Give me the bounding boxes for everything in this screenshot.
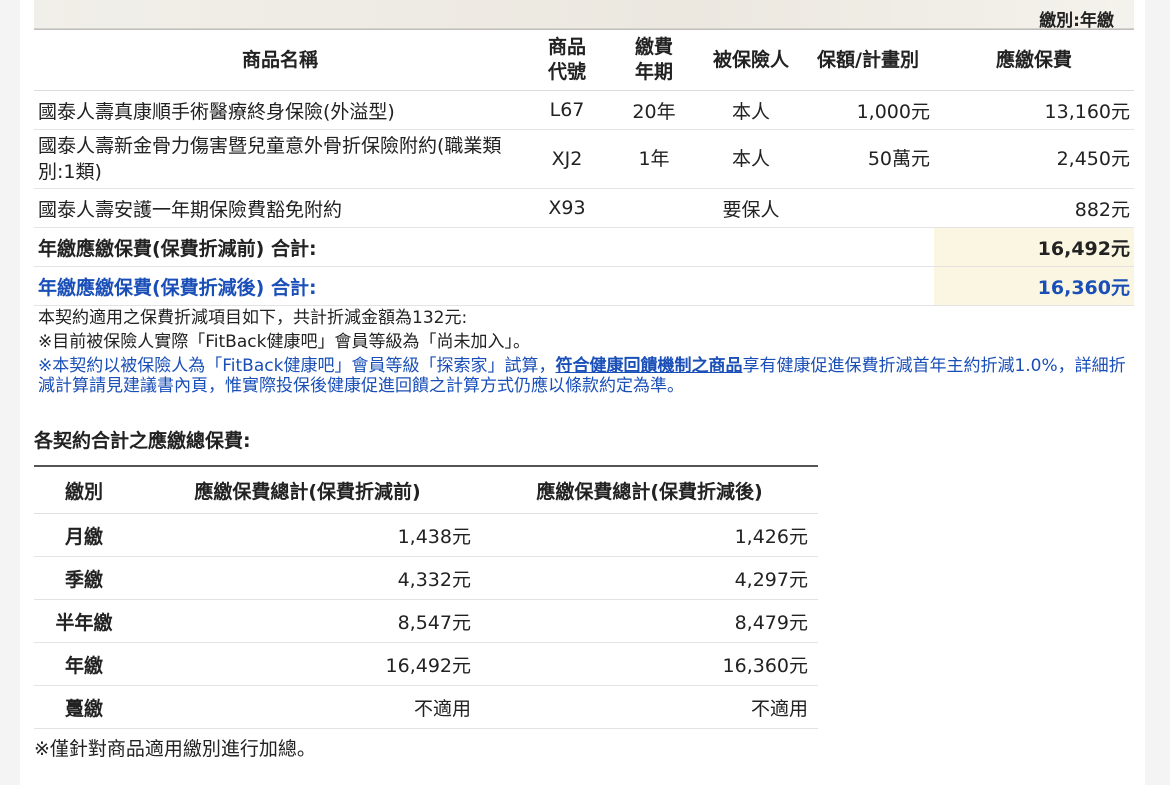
- col-total-after: 應繳保費總計(保費折減後): [481, 466, 818, 514]
- total-after-cell: 8,479元: [481, 599, 818, 643]
- total-before-row: 年繳應繳保費(保費折減前) 合計: 16,492元: [34, 227, 1134, 267]
- col-total-before: 應繳保費總計(保費折減前): [134, 466, 481, 514]
- pay-mode-label: 半年繳: [34, 599, 134, 643]
- product-code: XJ2: [526, 129, 608, 189]
- total-before-cell: 4,332元: [134, 556, 481, 600]
- premium-amount: 13,160元: [934, 90, 1134, 130]
- col-payment-term-line1: 繳費: [634, 36, 673, 58]
- col-product-code-line1: 商品: [547, 36, 586, 58]
- pay-mode-label: 年繳: [34, 642, 134, 686]
- pay-mode-label: 躉繳: [34, 685, 134, 729]
- total-after-row: 年繳應繳保費(保費折減後) 合計: 16,360元: [34, 266, 1134, 306]
- summary-header: 繳別 應繳保費總計(保費折減前) 應繳保費總計(保費折減後): [34, 466, 818, 514]
- pay-type-label: 繳別:年繳: [1039, 11, 1114, 31]
- product-row: 國泰人壽真康順手術醫療終身保險(外溢型) L67 20年 本人 1,000元 1…: [34, 90, 1134, 130]
- col-product-code: 商品 代號: [526, 29, 608, 91]
- coverage-amount: [802, 188, 934, 228]
- premium-amount: 2,450元: [934, 129, 1134, 189]
- product-code: X93: [526, 188, 608, 228]
- product-name: 國泰人壽新金骨力傷害暨兒童意外骨折保險附約(職業類別:1類): [34, 129, 526, 189]
- note-discount-amount: 本契約適用之保費折減項目如下，共計折減金額為132元:: [38, 308, 468, 328]
- note-health-prefix: ※本契約以被保險人為「FitBack健康吧」會員等級「探索家」試算，: [38, 356, 556, 376]
- col-premium: 應繳保費: [934, 29, 1134, 91]
- total-after-cell: 1,426元: [481, 513, 818, 557]
- summary-row: 月繳 1,438元 1,426元: [34, 513, 818, 557]
- premium-amount: 882元: [934, 188, 1134, 228]
- payment-term: [608, 188, 700, 228]
- summary-row: 半年繳 8,547元 8,479元: [34, 599, 818, 643]
- insured: 本人: [700, 90, 802, 130]
- total-after-cell: 不適用: [481, 685, 818, 729]
- note-member-level: ※目前被保險人實際「FitBack健康吧」會員等級為「尚未加入」。: [38, 332, 530, 352]
- col-payment-term: 繳費 年期: [608, 29, 700, 91]
- health-feedback-products-link[interactable]: 符合健康回饋機制之商品: [555, 356, 742, 376]
- col-insured: 被保險人: [700, 29, 802, 91]
- premium-sheet: 繳別:年繳 商品名稱 商品 代號 繳費 年期 被保險人 保額/計畫別 應繳保費 …: [20, 0, 1145, 785]
- product-name: 國泰人壽真康順手術醫療終身保險(外溢型): [34, 90, 526, 130]
- summary-title: 各契約合計之應繳總保費:: [34, 430, 251, 452]
- summary-table: 繳別 應繳保費總計(保費折減前) 應繳保費總計(保費折減後) 月繳 1,438元…: [34, 465, 818, 729]
- payment-term: 20年: [608, 90, 700, 130]
- col-product-code-line2: 代號: [547, 61, 586, 83]
- summary-footnote: ※僅針對商品適用繳別進行加總。: [34, 738, 316, 760]
- product-table: 商品名稱 商品 代號 繳費 年期 被保險人 保額/計畫別 應繳保費 國泰人壽真康…: [34, 29, 1134, 306]
- total-after-label: 年繳應繳保費(保費折減後) 合計:: [34, 266, 934, 306]
- discount-notes: 本契約適用之保費折減項目如下，共計折減金額為132元: ※目前被保險人實際「Fi…: [38, 306, 1138, 396]
- col-pay-mode: 繳別: [34, 466, 134, 514]
- total-before-cell: 不適用: [134, 685, 481, 729]
- total-before-cell: 16,492元: [134, 642, 481, 686]
- total-before-label: 年繳應繳保費(保費折減前) 合計:: [34, 227, 934, 267]
- header-bar: 繳別:年繳: [34, 0, 1134, 31]
- product-row: 國泰人壽安護一年期保險費豁免附約 X93 要保人 882元: [34, 188, 1134, 228]
- insured: 要保人: [700, 188, 802, 228]
- payment-term: 1年: [608, 129, 700, 189]
- product-code: L67: [526, 90, 608, 130]
- pay-mode-label: 季繳: [34, 556, 134, 600]
- total-before-value: 16,492元: [934, 227, 1134, 267]
- pay-mode-label: 月繳: [34, 513, 134, 557]
- summary-row: 季繳 4,332元 4,297元: [34, 556, 818, 600]
- col-product-name: 商品名稱: [34, 29, 526, 91]
- product-table-header: 商品名稱 商品 代號 繳費 年期 被保險人 保額/計畫別 應繳保費: [34, 29, 1134, 91]
- total-after-value: 16,360元: [934, 266, 1134, 306]
- summary-row: 年繳 16,492元 16,360元: [34, 642, 818, 686]
- summary-row: 躉繳 不適用 不適用: [34, 685, 818, 729]
- coverage-amount: 50萬元: [802, 129, 934, 189]
- coverage-amount: 1,000元: [802, 90, 934, 130]
- col-payment-term-line2: 年期: [634, 61, 673, 83]
- product-row: 國泰人壽新金骨力傷害暨兒童意外骨折保險附約(職業類別:1類) XJ2 1年 本人…: [34, 129, 1134, 189]
- product-name: 國泰人壽安護一年期保險費豁免附約: [34, 188, 526, 228]
- note-health-promotion: ※本契約以被保險人為「FitBack健康吧」會員等級「探索家」試算，符合健康回饋…: [38, 356, 1138, 396]
- total-before-cell: 8,547元: [134, 599, 481, 643]
- total-after-cell: 4,297元: [481, 556, 818, 600]
- col-coverage: 保額/計畫別: [802, 29, 934, 91]
- insured: 本人: [700, 129, 802, 189]
- total-before-cell: 1,438元: [134, 513, 481, 557]
- total-after-cell: 16,360元: [481, 642, 818, 686]
